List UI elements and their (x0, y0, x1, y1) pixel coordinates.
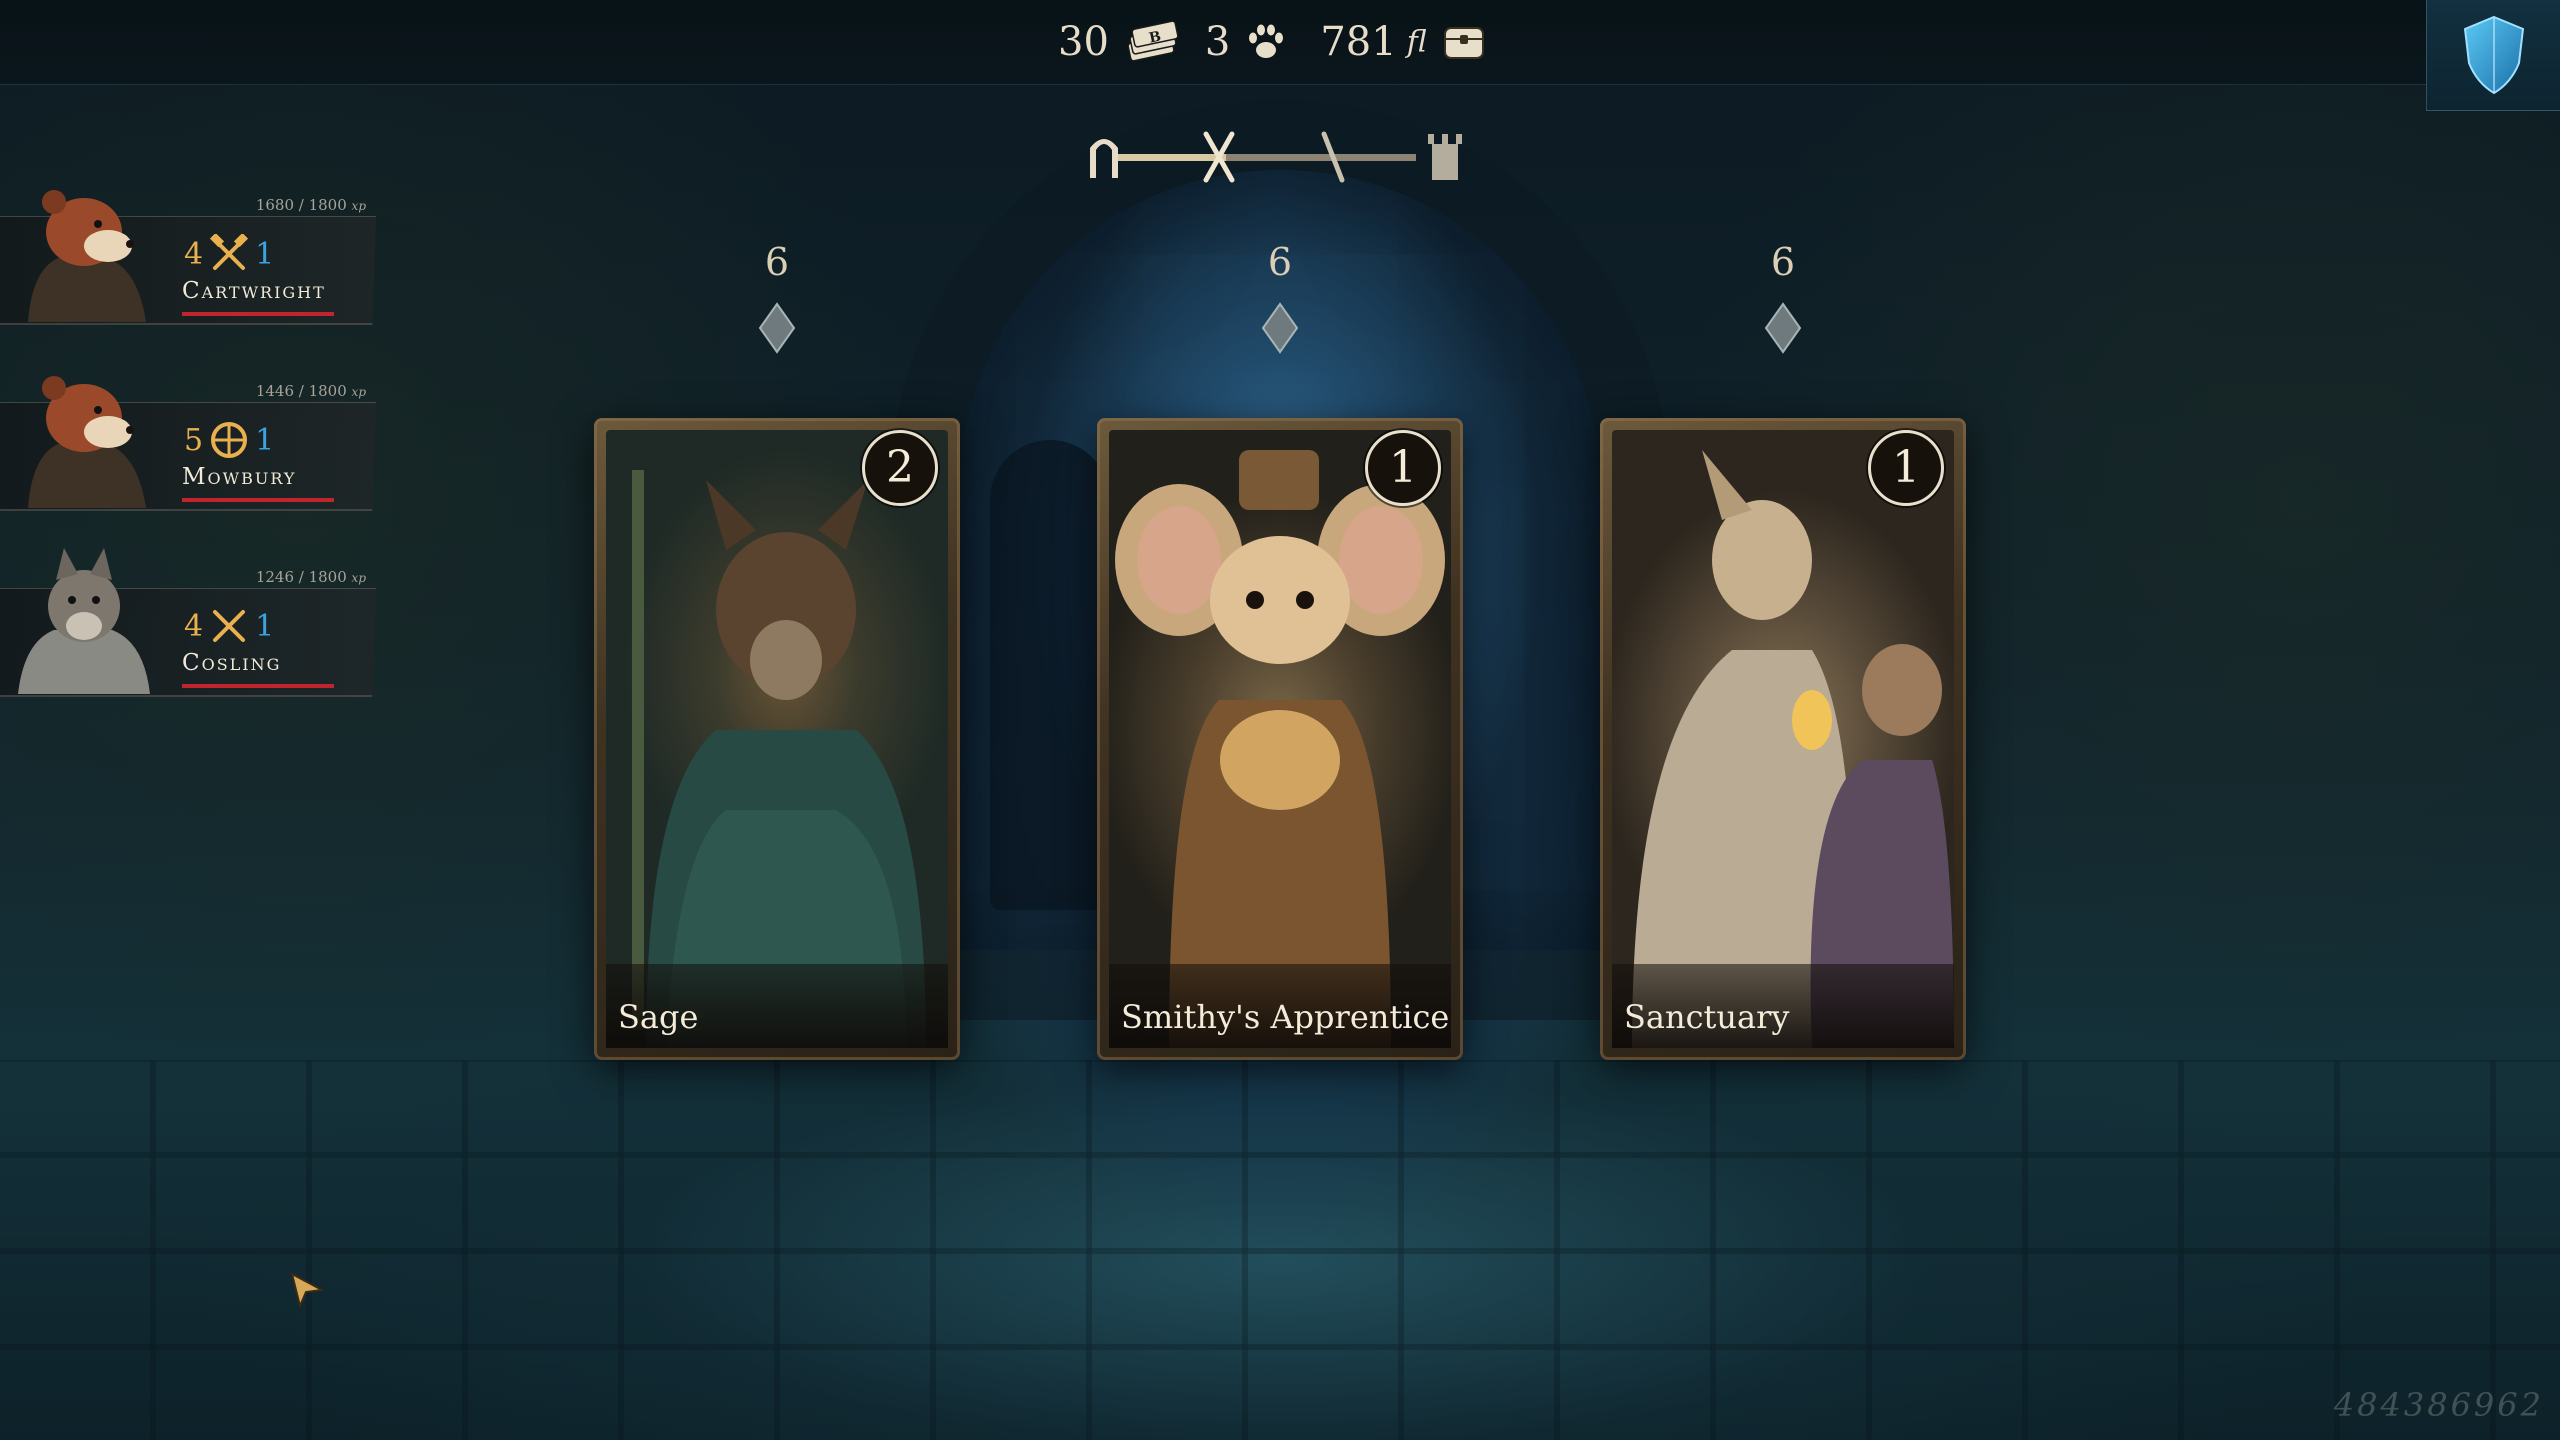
hp-bar (182, 684, 334, 688)
xp-display: 1446 / 1800 xp (255, 382, 366, 400)
card-sage[interactable]: Sage 2 (594, 418, 960, 1060)
card-smithys-apprentice[interactable]: Smithy's Apprentice 1 (1097, 418, 1463, 1060)
cost-gem-icon (758, 302, 796, 354)
defense-value: 1 (255, 422, 275, 458)
route-progress (1086, 126, 1466, 190)
card-title: Sage (618, 998, 699, 1036)
cost-gem-icon (1261, 302, 1299, 354)
defense-value: 1 (255, 608, 275, 644)
party-member-cartwright[interactable]: 1680 / 1800 xp 4 1 Cartwright (0, 172, 380, 325)
weasel-portrait (8, 172, 158, 322)
resource-counters: 30 B 3 781 fl (1058, 16, 1487, 68)
weasel-portrait (8, 358, 158, 508)
tower-icon (1428, 134, 1462, 180)
menu-shield-button[interactable] (2426, 0, 2560, 111)
chest-icon (1441, 22, 1487, 62)
pointer-cursor-icon (290, 1272, 326, 1308)
member-stats: 4 1 (184, 606, 274, 646)
party-member-mowbury[interactable]: 1446 / 1800 xp 5 1 Mowbury (0, 358, 380, 511)
shadow-figure (990, 440, 1110, 910)
attack-value: 5 (184, 422, 204, 458)
card-art-sanctuary (1612, 430, 1954, 1048)
gate-icon (1090, 139, 1118, 178)
round-shield-icon (209, 420, 249, 460)
game-scene: 30 B 3 781 fl 1680 / 1800 xp 4 1 Cartwri… (0, 0, 2560, 1440)
card-art-mouse (1109, 430, 1451, 1048)
deck-icon: B (1123, 19, 1181, 65)
cobblestone-floor (0, 1060, 2560, 1440)
card-cost: 6 (1770, 240, 1796, 284)
crossed-swords-icon (209, 606, 249, 646)
member-stats: 5 1 (184, 420, 274, 460)
party-member-cosling[interactable]: 1246 / 1800 xp 4 1 Cosling (0, 544, 380, 697)
hp-bar (182, 312, 334, 316)
xp-display: 1680 / 1800 xp (255, 196, 366, 214)
card-count-badge: 1 (1868, 430, 1944, 506)
defense-value: 1 (255, 236, 275, 272)
member-name: Cartwright (182, 278, 326, 304)
xp-display: 1246 / 1800 xp (255, 568, 366, 586)
card-title: Smithy's Apprentice (1121, 998, 1450, 1036)
hp-bar (182, 498, 334, 502)
card-cost: 6 (764, 240, 790, 284)
shield-icon (2459, 13, 2529, 97)
card-count: 30 (1058, 19, 1109, 65)
card-count-badge: 2 (862, 430, 938, 506)
card-art-fox (606, 430, 948, 1048)
card-sanctuary[interactable]: Sanctuary 1 (1600, 418, 1966, 1060)
attack-value: 4 (184, 236, 204, 272)
member-name: Mowbury (182, 464, 297, 490)
paw-count: 3 (1204, 19, 1231, 65)
gold-unit: fl (1406, 24, 1427, 60)
seed-number: 484386962 (2333, 1386, 2544, 1424)
wolf-portrait (8, 544, 158, 694)
member-stats: 4 1 (184, 234, 274, 274)
paw-icon (1244, 20, 1288, 64)
card-title: Sanctuary (1624, 998, 1790, 1036)
card-cost: 6 (1267, 240, 1293, 284)
attack-value: 4 (184, 608, 204, 644)
card-count-badge: 1 (1365, 430, 1441, 506)
resource-bar: 30 B 3 781 fl (0, 0, 2560, 111)
gold-count: 781 (1320, 19, 1397, 65)
crossed-hammers-icon (209, 234, 249, 274)
cost-gem-icon (1764, 302, 1802, 354)
member-name: Cosling (182, 650, 282, 676)
